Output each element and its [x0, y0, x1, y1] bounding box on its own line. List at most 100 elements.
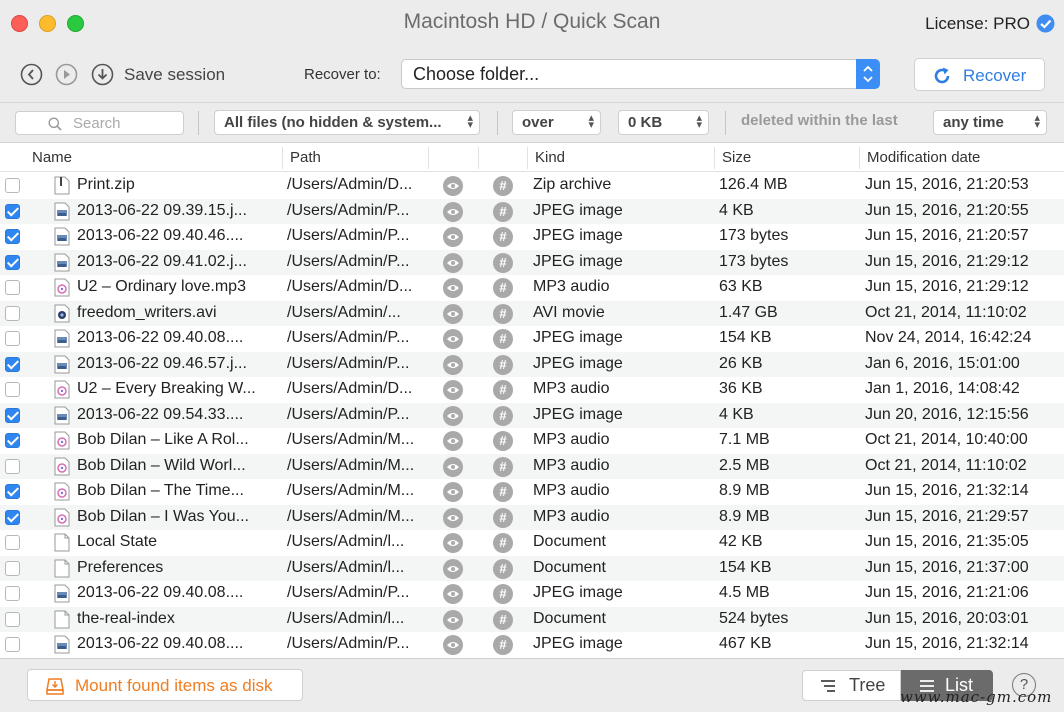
table-row[interactable]: U2 – Every Breaking W... /Users/Admin/D..…	[0, 377, 1064, 403]
row-checkbox[interactable]	[5, 331, 20, 346]
preview-eye-icon[interactable]	[443, 252, 463, 273]
back-icon[interactable]	[20, 63, 43, 86]
file-kind: JPEG image	[533, 201, 623, 219]
table-row[interactable]: 2013-06-22 09.40.08.... /Users/Admin/P...…	[0, 581, 1064, 607]
preview-eye-icon[interactable]	[443, 176, 463, 196]
hex-view-icon[interactable]: #	[493, 533, 513, 553]
hex-view-icon[interactable]: #	[493, 431, 513, 451]
hex-view-icon[interactable]: #	[493, 354, 513, 375]
preview-eye-icon[interactable]	[443, 507, 463, 528]
file-size: 173 bytes	[719, 227, 789, 244]
row-checkbox[interactable]	[5, 560, 20, 576]
hex-view-icon[interactable]: #	[493, 303, 513, 324]
column-header-preview[interactable]	[428, 147, 478, 169]
row-checkbox[interactable]	[5, 458, 20, 474]
table-row[interactable]: Bob Dilan – The Time... /Users/Admin/M...…	[0, 479, 1064, 505]
row-checkbox[interactable]	[5, 382, 20, 397]
play-icon[interactable]	[55, 63, 78, 86]
license-badge-icon[interactable]	[1035, 13, 1056, 34]
preview-eye-icon[interactable]	[443, 482, 463, 502]
save-session-icon[interactable]	[91, 63, 114, 86]
hex-view-icon[interactable]: #	[493, 507, 513, 528]
preview-eye-icon[interactable]	[443, 227, 463, 247]
table-row[interactable]: 2013-06-22 09.40.08.... /Users/Admin/P...…	[0, 632, 1064, 658]
view-tree-button[interactable]: Tree	[802, 670, 901, 701]
hex-view-icon[interactable]: #	[493, 635, 513, 655]
preview-eye-icon[interactable]	[443, 533, 463, 553]
table-row[interactable]: freedom_writers.avi/Users/Admin/... # AVI …	[0, 300, 1064, 326]
row-checkbox[interactable]	[5, 637, 20, 652]
hex-view-icon[interactable]: #	[493, 227, 513, 247]
row-checkbox[interactable]	[5, 178, 20, 193]
row-checkbox[interactable]	[5, 611, 20, 627]
preview-eye-icon[interactable]	[443, 354, 463, 375]
column-header-kind[interactable]: Kind	[527, 147, 715, 169]
row-checkbox[interactable]	[5, 254, 20, 270]
table-row[interactable]: 2013-06-22 09.40.46.... /Users/Admin/P...…	[0, 224, 1064, 250]
preview-eye-icon[interactable]	[443, 329, 463, 349]
destination-folder-select[interactable]: Choose folder...	[401, 59, 880, 89]
table-row[interactable]: Bob Dilan – I Was You... /Users/Admin/M..…	[0, 504, 1064, 530]
time-range-select[interactable]: any time ▴ ▾	[933, 110, 1047, 135]
table-row[interactable]: 2013-06-22 09.39.15.j... /Users/Admin/P..…	[0, 198, 1064, 224]
preview-eye-icon[interactable]	[443, 584, 463, 604]
row-checkbox[interactable]	[5, 203, 20, 219]
row-checkbox[interactable]	[5, 509, 20, 525]
table-row[interactable]: the-real-index/Users/Admin/l... # Document…	[0, 606, 1064, 632]
hex-view-icon[interactable]: #	[493, 456, 513, 477]
column-header-info[interactable]	[478, 147, 528, 169]
save-session-button[interactable]: Save session	[124, 65, 225, 85]
row-checkbox[interactable]	[5, 535, 20, 550]
hex-view-icon[interactable]: #	[493, 405, 513, 426]
table-row[interactable]: Local State/Users/Admin/l... # Document 42 …	[0, 530, 1064, 556]
column-header-size[interactable]: Size	[714, 147, 860, 169]
mount-as-disk-button[interactable]: Mount found items as disk	[27, 669, 303, 701]
folder-select-chevrons-icon[interactable]	[856, 59, 880, 89]
table-row[interactable]: Bob Dilan – Like A Rol... /Users/Admin/M.…	[0, 428, 1064, 454]
recover-button[interactable]: Recover	[914, 58, 1045, 91]
table-row[interactable]: 2013-06-22 09.41.02.j... /Users/Admin/P..…	[0, 249, 1064, 275]
hex-view-icon[interactable]: #	[493, 201, 513, 222]
row-checkbox[interactable]	[5, 305, 20, 321]
search-input[interactable]: Search	[15, 111, 184, 135]
table-row[interactable]: U2 – Ordinary love.mp3/Users/Admin/D... #…	[0, 275, 1064, 301]
column-header-date[interactable]: Modification date	[859, 147, 1064, 169]
table-row[interactable]: 2013-06-22 09.54.33.... /Users/Admin/P...…	[0, 402, 1064, 428]
row-checkbox[interactable]	[5, 229, 20, 244]
hex-view-icon[interactable]: #	[493, 278, 513, 298]
preview-eye-icon[interactable]	[443, 609, 463, 630]
preview-eye-icon[interactable]	[443, 431, 463, 451]
preview-eye-icon[interactable]	[443, 380, 463, 400]
table-row[interactable]: 2013-06-22 09.46.57.j... /Users/Admin/P..…	[0, 351, 1064, 377]
hex-view-icon[interactable]: #	[493, 558, 513, 579]
file-type-filter-select[interactable]: All files (no hidden & system... ▴ ▾	[214, 110, 480, 135]
hex-view-icon[interactable]: #	[493, 609, 513, 630]
row-checkbox[interactable]	[5, 433, 20, 448]
row-checkbox[interactable]	[5, 407, 20, 423]
row-checkbox[interactable]	[5, 280, 20, 295]
preview-eye-icon[interactable]	[443, 278, 463, 298]
preview-eye-icon[interactable]	[443, 201, 463, 222]
row-checkbox[interactable]	[5, 356, 20, 372]
preview-eye-icon[interactable]	[443, 303, 463, 324]
table-row[interactable]: 2013-06-22 09.40.08.... /Users/Admin/P...…	[0, 326, 1064, 352]
table-row[interactable]: Print.zip/Users/Admin/D... # Zip archive 12…	[0, 173, 1064, 199]
column-header-path[interactable]: Path	[282, 147, 429, 169]
size-operator-select[interactable]: over ▴ ▾	[512, 110, 601, 135]
column-header-name[interactable]: Name	[25, 147, 283, 169]
size-value-select[interactable]: 0 KB ▴ ▾	[618, 110, 709, 135]
hex-view-icon[interactable]: #	[493, 584, 513, 604]
hex-view-icon[interactable]: #	[493, 329, 513, 349]
hex-view-icon[interactable]: #	[493, 380, 513, 400]
hex-view-icon[interactable]: #	[493, 482, 513, 502]
table-row[interactable]: Preferences/Users/Admin/l... # Document 154…	[0, 555, 1064, 581]
preview-eye-icon[interactable]	[443, 405, 463, 426]
preview-eye-icon[interactable]	[443, 456, 463, 477]
row-checkbox[interactable]	[5, 586, 20, 601]
preview-eye-icon[interactable]	[443, 635, 463, 655]
hex-view-icon[interactable]: #	[493, 176, 513, 196]
row-checkbox[interactable]	[5, 484, 20, 499]
table-row[interactable]: Bob Dilan – Wild Worl... /Users/Admin/M..…	[0, 453, 1064, 479]
preview-eye-icon[interactable]	[443, 558, 463, 579]
hex-view-icon[interactable]: #	[493, 252, 513, 273]
